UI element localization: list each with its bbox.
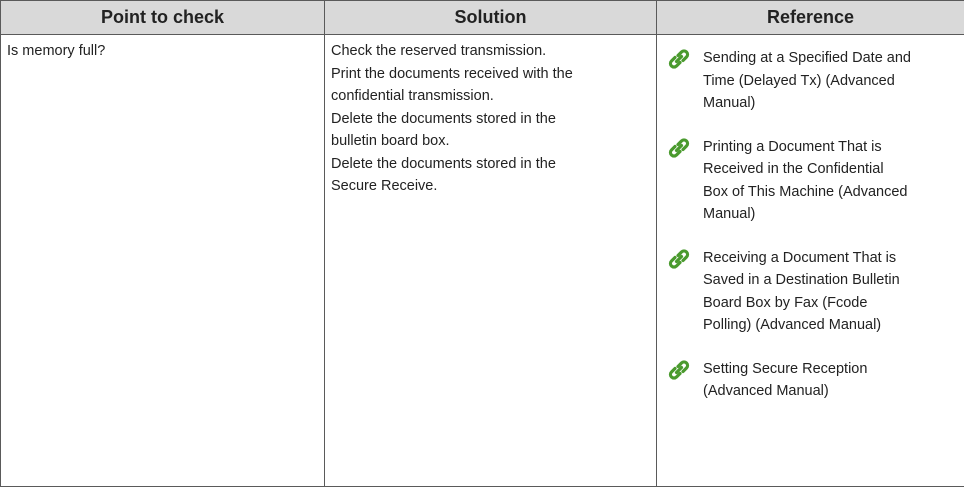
header-row: Point to check Solution Reference — [1, 1, 964, 35]
reference-cell: Sending at a Specified Date and Time (De… — [657, 35, 964, 487]
reference-line: Time (Delayed Tx) (Advanced — [703, 70, 964, 93]
reference-line: Board Box by Fax (Fcode — [703, 292, 964, 315]
reference-link[interactable]: Setting Secure Reception (Advanced Manua… — [667, 358, 964, 403]
point-cell: Is memory full? — [1, 35, 325, 487]
reference-link[interactable]: Sending at a Specified Date and Time (De… — [667, 47, 964, 115]
link-icon — [667, 247, 691, 271]
solution-line: Delete the documents stored in the — [331, 108, 652, 131]
link-icon — [667, 136, 691, 160]
solution-line: confidential transmission. — [331, 85, 652, 108]
solution-line: Check the reserved transmission. — [331, 40, 652, 63]
reference-line: Saved in a Destination Bulletin — [703, 269, 964, 292]
reference-line: Sending at a Specified Date and — [703, 47, 964, 70]
solution-line: Secure Receive. — [331, 175, 652, 198]
reference-line: Polling) (Advanced Manual) — [703, 314, 964, 337]
reference-line: Manual) — [703, 203, 964, 226]
solution-cell: Check the reserved transmission. Print t… — [325, 35, 657, 487]
troubleshooting-table: Point to check Solution Reference Is mem… — [0, 0, 964, 487]
solution-line: Print the documents received with the — [331, 63, 652, 86]
solution-line: Delete the documents stored in the — [331, 153, 652, 176]
solution-line: bulletin board box. — [331, 130, 652, 153]
header-solution: Solution — [325, 1, 657, 35]
reference-line: Box of This Machine (Advanced — [703, 181, 964, 204]
reference-line: Receiving a Document That is — [703, 247, 964, 270]
reference-line: Received in the Confidential — [703, 158, 964, 181]
reference-line: Printing a Document That is — [703, 136, 964, 159]
link-icon — [667, 358, 691, 382]
header-point-to-check: Point to check — [1, 1, 325, 35]
table-row: Is memory full? Check the reserved trans… — [1, 35, 964, 487]
link-icon — [667, 47, 691, 71]
reference-line: Setting Secure Reception — [703, 358, 964, 381]
reference-line: Manual) — [703, 92, 964, 115]
reference-line: (Advanced Manual) — [703, 380, 964, 403]
header-reference: Reference — [657, 1, 964, 35]
reference-link[interactable]: Printing a Document That is Received in … — [667, 136, 964, 226]
reference-link[interactable]: Receiving a Document That is Saved in a … — [667, 247, 964, 337]
